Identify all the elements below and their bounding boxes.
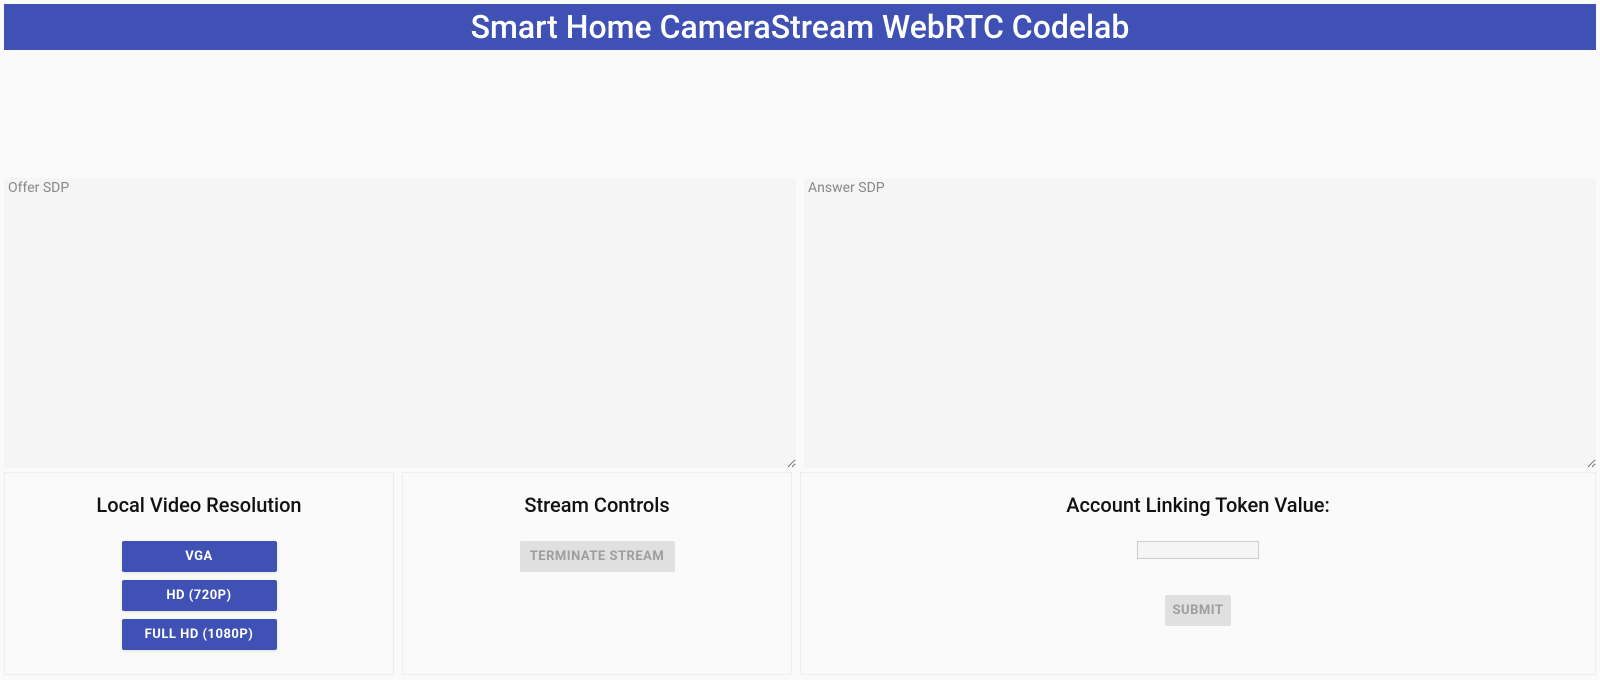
offer-sdp-col bbox=[4, 178, 796, 468]
stream-controls-panel: Stream Controls TERMINATE STREAM bbox=[402, 472, 792, 675]
vga-button[interactable]: VGA bbox=[122, 541, 277, 572]
submit-button[interactable]: SUBMIT bbox=[1165, 595, 1231, 626]
sdp-row bbox=[4, 178, 1596, 468]
answer-sdp-textarea[interactable] bbox=[804, 178, 1596, 468]
hd-720p-button[interactable]: HD (720P) bbox=[122, 580, 277, 611]
stream-controls-buttons: TERMINATE STREAM bbox=[403, 541, 791, 572]
video-preview-area bbox=[4, 54, 1596, 174]
terminate-stream-button[interactable]: TERMINATE STREAM bbox=[520, 541, 675, 572]
stream-controls-heading: Stream Controls bbox=[403, 493, 791, 517]
page-title: Smart Home CameraStream WebRTC Codelab bbox=[471, 8, 1130, 46]
resolution-heading: Local Video Resolution bbox=[5, 493, 393, 517]
full-hd-1080p-button[interactable]: FULL HD (1080P) bbox=[122, 619, 277, 650]
answer-sdp-col bbox=[804, 178, 1596, 468]
page-header: Smart Home CameraStream WebRTC Codelab bbox=[4, 4, 1596, 50]
token-panel: Account Linking Token Value: SUBMIT bbox=[800, 472, 1596, 675]
token-heading: Account Linking Token Value: bbox=[801, 493, 1595, 517]
token-controls: SUBMIT bbox=[801, 541, 1595, 626]
controls-row: Local Video Resolution VGA HD (720P) FUL… bbox=[4, 472, 1596, 675]
resolution-buttons: VGA HD (720P) FULL HD (1080P) bbox=[5, 541, 393, 650]
resolution-panel: Local Video Resolution VGA HD (720P) FUL… bbox=[4, 472, 394, 675]
token-input[interactable] bbox=[1137, 541, 1259, 559]
offer-sdp-textarea[interactable] bbox=[4, 178, 796, 468]
